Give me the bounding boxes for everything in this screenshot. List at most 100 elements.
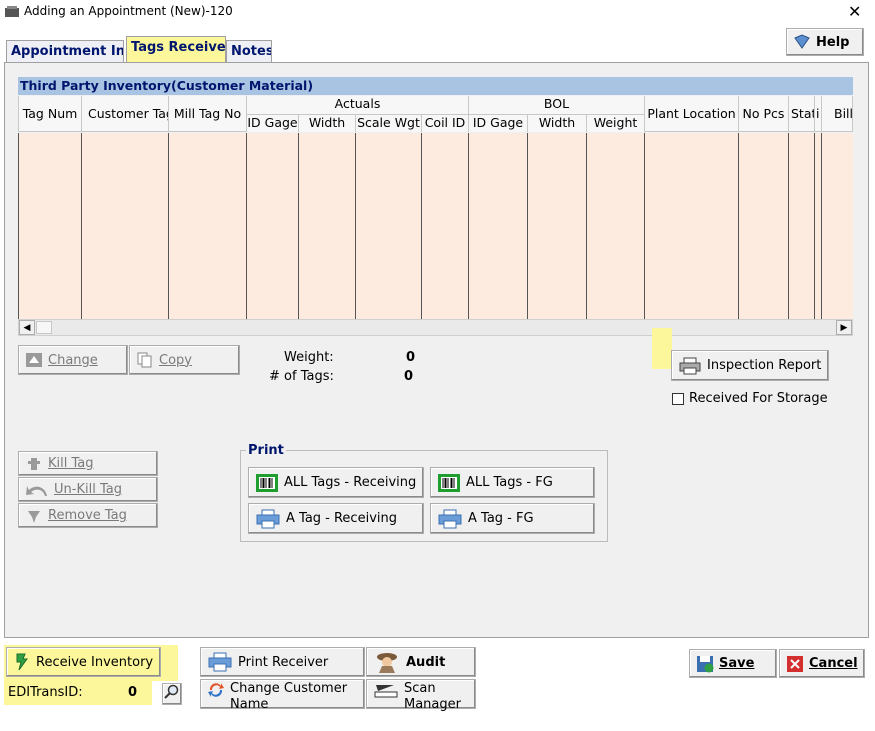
edi-lookup-button[interactable] — [162, 683, 182, 705]
col-act-id-gage[interactable]: ID Gage — [247, 114, 299, 132]
received-for-storage-label: Received For Storage — [689, 391, 828, 406]
weight-label: Weight: — [284, 350, 334, 365]
grid-body-col[interactable] — [739, 133, 789, 319]
grid-body-col[interactable] — [169, 133, 247, 319]
print-all-tags-fg-label: ALL Tags - FG — [466, 475, 553, 490]
col-bol-weight[interactable]: Weight — [587, 114, 645, 132]
print-a-tag-fg-button[interactable]: A Tag - FG — [430, 503, 595, 534]
tags-count-value: 0 — [404, 369, 414, 384]
col-i[interactable]: i — [815, 96, 822, 132]
scroll-right-icon[interactable]: ▶ — [836, 320, 852, 335]
barcode-icon — [255, 473, 279, 492]
refresh-icon — [207, 681, 225, 699]
app-icon — [4, 5, 20, 19]
close-icon[interactable]: ✕ — [848, 2, 861, 21]
tab-notes[interactable]: Notes — [226, 40, 272, 62]
print-a-tag-receiving-label: A Tag - Receiving — [286, 511, 397, 526]
unkill-tag-button[interactable]: Un-Kill Tag — [18, 477, 158, 502]
col-act-scale-wgt[interactable]: Scale Wgt — [356, 114, 422, 132]
scroll-thumb[interactable] — [36, 321, 52, 334]
edi-trans-id-label: EDITransID: — [8, 685, 83, 700]
col-customer-tag[interactable]: Customer Tag — [82, 96, 169, 132]
weight-value: 0 — [406, 350, 416, 365]
remove-tag-button[interactable]: Remove Tag — [18, 503, 158, 528]
kill-tag-button[interactable]: Kill Tag — [18, 451, 158, 476]
grid-body-col[interactable] — [356, 133, 422, 319]
grid-horizontal-scrollbar[interactable]: ◀ ▶ — [18, 319, 853, 336]
col-plant-location[interactable]: Plant Location — [645, 96, 739, 132]
inspection-report-button[interactable]: Inspection Report — [671, 350, 829, 381]
copy-label: Copy — [159, 352, 192, 368]
grid-body-col[interactable] — [789, 133, 815, 319]
detective-icon — [373, 653, 401, 673]
printer-icon — [437, 509, 463, 528]
remove-tag-label: Remove Tag — [48, 508, 127, 523]
tab-tags-received[interactable]: Tags Received — [126, 36, 226, 62]
print-all-tags-receiving-button[interactable]: ALL Tags - Receiving — [248, 467, 424, 498]
print-receiver-button[interactable]: Print Receiver — [200, 647, 365, 677]
save-label: Save — [719, 656, 755, 671]
unkill-tag-label: Un-Kill Tag — [54, 482, 122, 497]
col-tag-num[interactable]: Tag Num — [18, 96, 82, 132]
grid-body-col[interactable] — [528, 133, 587, 319]
tags-count-label: # of Tags: — [269, 369, 334, 384]
scroll-left-icon[interactable]: ◀ — [19, 320, 35, 335]
receive-inventory-button[interactable]: Receive Inventory — [6, 647, 161, 677]
magnifier-icon — [164, 684, 180, 704]
save-disk-icon — [696, 655, 714, 673]
col-bol-id-gage[interactable]: ID Gage — [469, 114, 528, 132]
grid-body-col[interactable] — [645, 133, 739, 319]
print-all-tags-fg-button[interactable]: ALL Tags - FG — [430, 467, 595, 498]
col-act-width[interactable]: Width — [299, 114, 356, 132]
grid-body-col[interactable] — [18, 133, 82, 319]
cancel-label: Cancel — [809, 656, 858, 671]
scanner-icon — [373, 681, 399, 699]
grid-body-col[interactable] — [469, 133, 528, 319]
help-book-icon — [793, 33, 811, 51]
print-receiver-label: Print Receiver — [238, 654, 329, 670]
copy-icon — [136, 351, 154, 369]
grid-body-col[interactable] — [299, 133, 356, 319]
grid-body-col[interactable] — [587, 133, 645, 319]
tab-appointment-info[interactable]: Appointment Info — [6, 40, 124, 62]
col-bill[interactable]: Bill — [822, 96, 853, 132]
receive-arrow-icon — [13, 653, 31, 671]
cancel-button[interactable]: Cancel — [779, 649, 865, 678]
kill-tag-label: Kill Tag — [48, 456, 94, 471]
receive-inventory-label: Receive Inventory — [36, 654, 154, 670]
change-button[interactable]: Change — [18, 345, 128, 375]
col-status[interactable]: Stat — [789, 96, 815, 132]
copy-button[interactable]: Copy — [129, 345, 240, 375]
change-customer-name-button[interactable]: Change Customer Name — [200, 679, 365, 712]
grid-body-col[interactable] — [815, 133, 822, 319]
scan-manager-button[interactable]: Scan Manager — [366, 679, 476, 712]
audit-label: Audit — [406, 654, 446, 670]
grid-body-col[interactable] — [247, 133, 299, 319]
print-all-tags-receiving-label: ALL Tags - Receiving — [284, 475, 417, 490]
grid-body-col[interactable] — [82, 133, 169, 319]
audit-button[interactable]: Audit — [366, 647, 476, 677]
received-for-storage-checkbox[interactable] — [672, 393, 684, 405]
col-mill-tag-no[interactable]: Mill Tag No — [169, 96, 247, 132]
printer-icon — [255, 509, 281, 528]
grid-body-col[interactable] — [822, 133, 853, 319]
print-a-tag-receiving-button[interactable]: A Tag - Receiving — [248, 503, 424, 534]
col-bol-width[interactable]: Width — [528, 114, 587, 132]
change-icon — [25, 351, 43, 369]
scan-manager-label: Scan Manager — [404, 681, 461, 712]
save-button[interactable]: Save — [689, 649, 777, 678]
edi-trans-id-value: 0 — [128, 685, 138, 700]
col-act-coil-id[interactable]: Coil ID — [422, 114, 469, 132]
col-no-pcs[interactable]: No Pcs — [739, 96, 789, 132]
inspection-report-label: Inspection Report — [707, 358, 822, 373]
grid-body-col[interactable] — [422, 133, 469, 319]
undo-arrow-icon — [25, 481, 49, 499]
help-button[interactable]: Help — [786, 28, 864, 56]
grid-title: Third Party Inventory(Customer Material) — [18, 77, 853, 95]
printer-icon — [678, 357, 702, 375]
cancel-x-icon — [786, 655, 804, 673]
print-a-tag-fg-label: A Tag - FG — [468, 511, 534, 526]
change-label: Change — [48, 352, 98, 368]
window-title: Adding an Appointment (New)-120 — [24, 4, 233, 18]
gravestone-icon — [25, 455, 43, 473]
